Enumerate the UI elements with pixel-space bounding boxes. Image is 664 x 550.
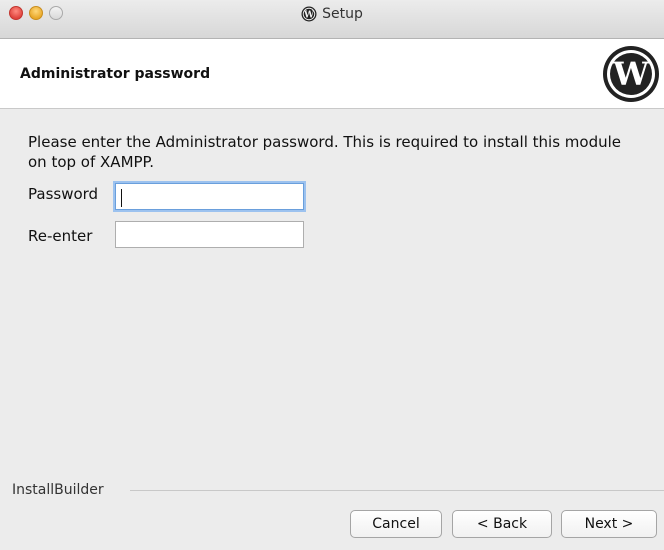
window-title: Setup bbox=[322, 6, 363, 22]
footer-divider bbox=[130, 490, 664, 491]
password-field[interactable] bbox=[115, 183, 304, 210]
wordpress-icon: W bbox=[301, 6, 317, 22]
svg-text:W: W bbox=[303, 10, 315, 20]
reenter-password-field[interactable] bbox=[115, 221, 304, 248]
back-button[interactable]: < Back bbox=[452, 510, 552, 538]
instruction-text: Please enter the Administrator password.… bbox=[28, 133, 622, 171]
cancel-button[interactable]: Cancel bbox=[350, 510, 442, 538]
text-caret bbox=[121, 189, 122, 207]
svg-text:W: W bbox=[612, 55, 650, 93]
installbuilder-label: InstallBuilder bbox=[12, 482, 108, 498]
next-button[interactable]: Next > bbox=[561, 510, 657, 538]
page-header: Administrator password W bbox=[0, 39, 664, 109]
page-title: Administrator password bbox=[20, 66, 211, 82]
wordpress-logo-icon: W bbox=[603, 46, 659, 102]
reenter-label: Re-enter bbox=[28, 227, 93, 245]
window-title-wrap: W Setup bbox=[0, 0, 664, 39]
password-label: Password bbox=[28, 185, 99, 203]
title-bar: W Setup bbox=[0, 0, 664, 39]
